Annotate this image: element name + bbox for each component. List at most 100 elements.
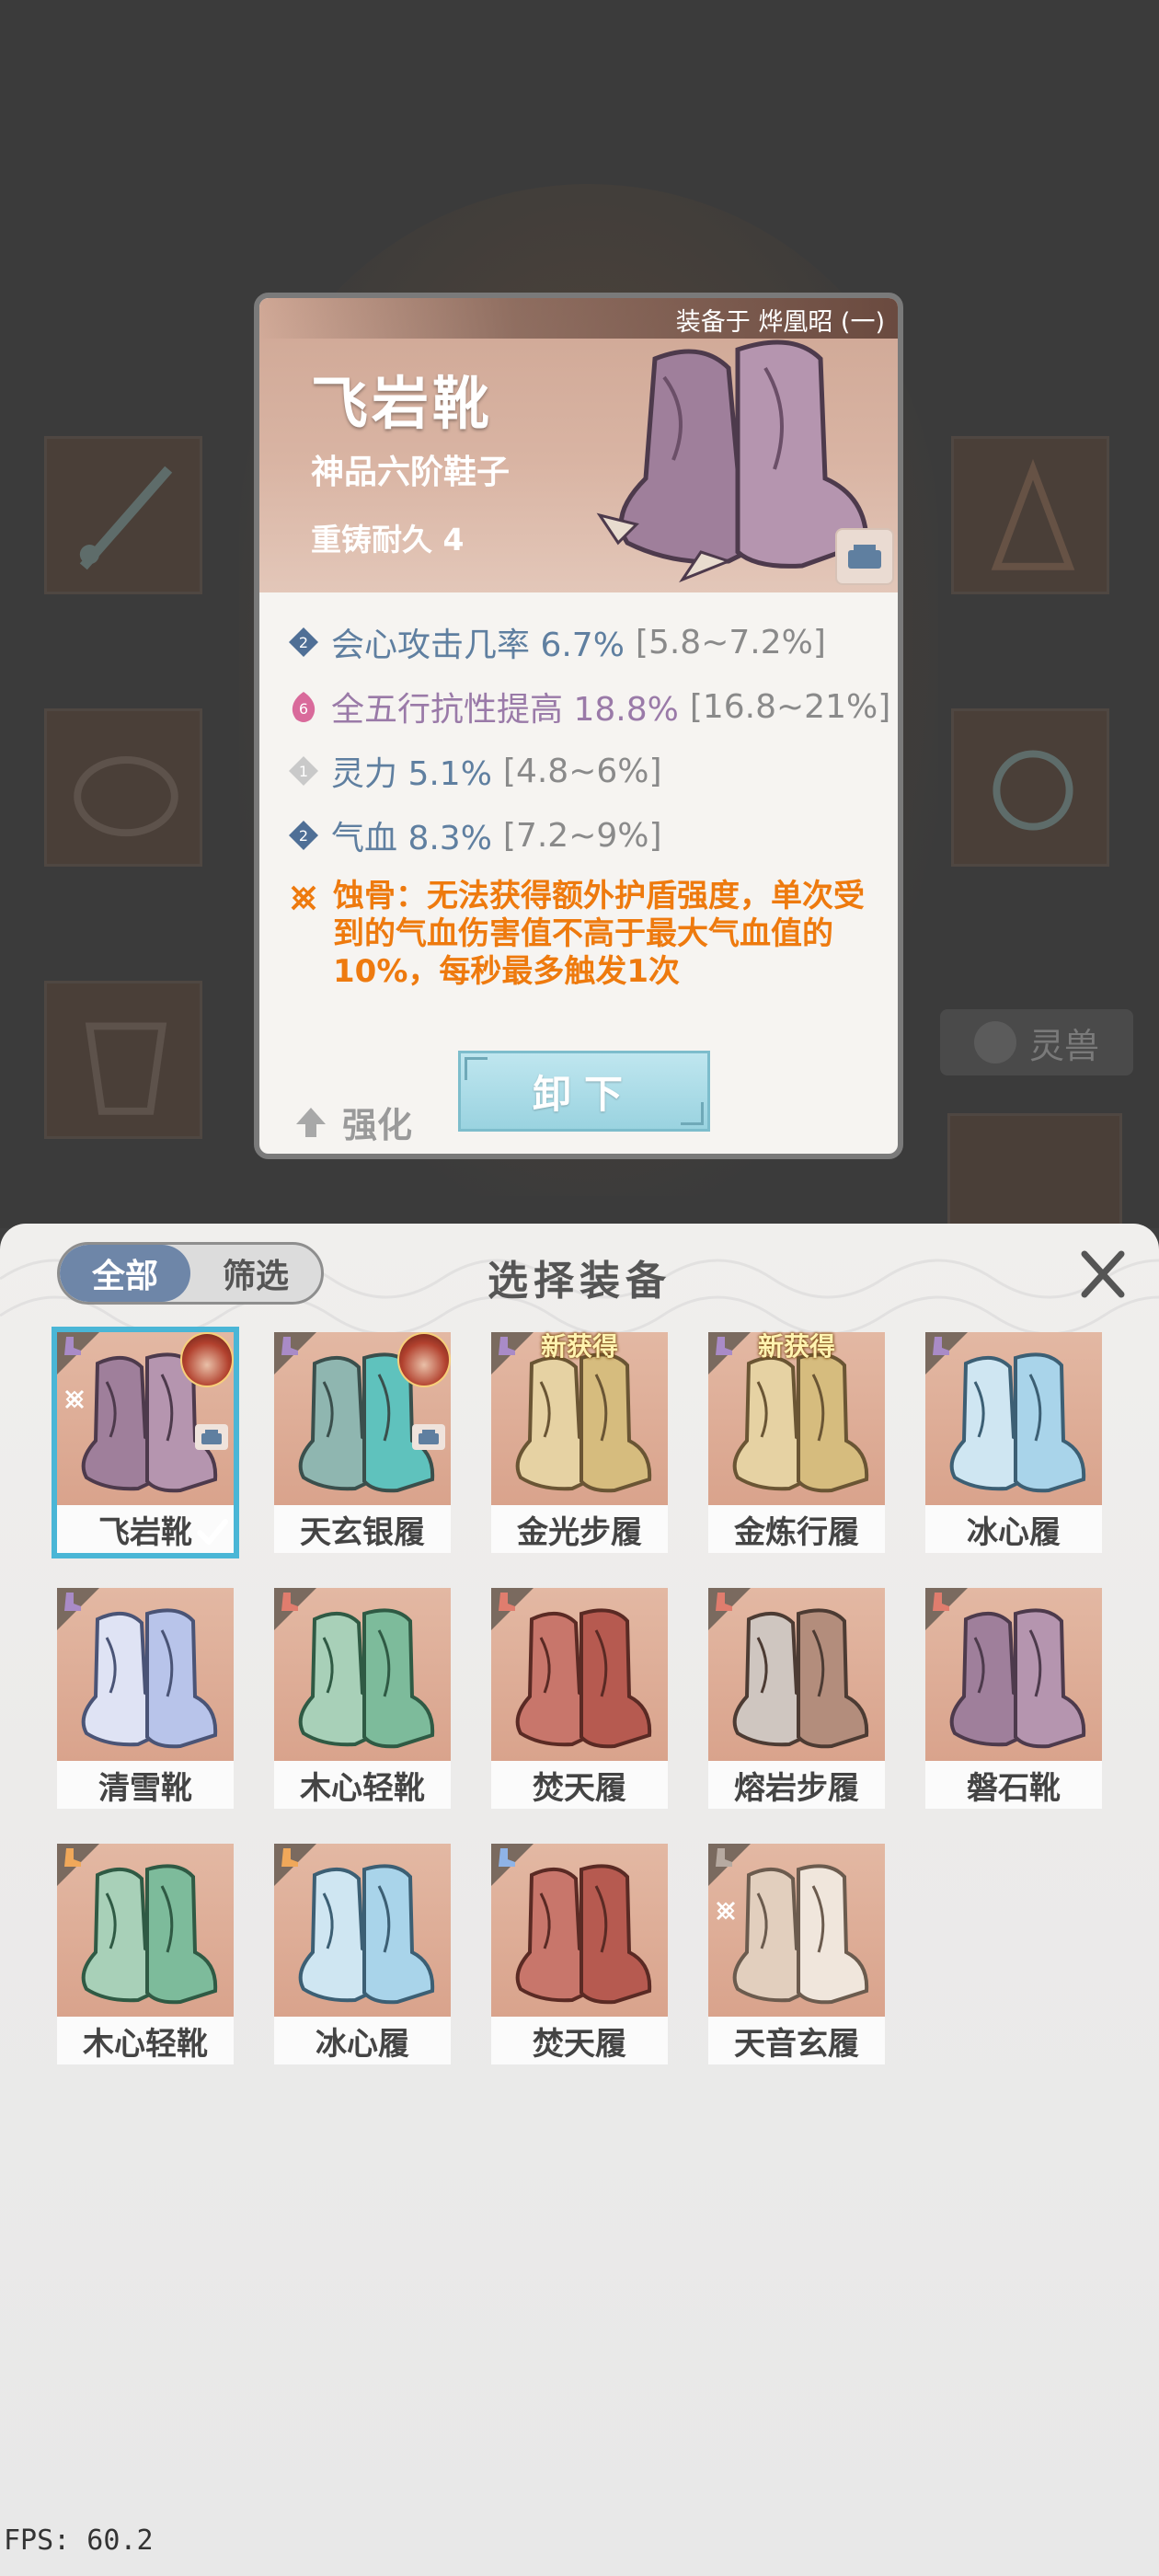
equipment-art [708,1588,885,1761]
stat-row: 1 灵力 5.1% [4.8~6%] [287,747,662,795]
equipment-card[interactable]: 天音玄履 [708,1844,885,2064]
unequip-label: 卸下 [532,1071,636,1117]
item-detail-popup: 装备于 烨凰昭 (一) 飞岩靴 神品六阶鞋子 重铸耐久 4 2 会心攻击几率 6… [254,293,903,1159]
pet-tab-label: 灵兽 [1028,1025,1099,1066]
equipment-name: 金光步履 [491,1505,668,1553]
armor-slot[interactable] [44,981,202,1139]
equipment-name: 金炼行履 [708,1505,885,1553]
curse-icon [291,885,316,911]
equipped-character-avatar [180,1332,234,1387]
accessory-icon [991,458,1075,570]
shoe-type-icon [933,1337,949,1355]
svg-text:2: 2 [299,634,308,651]
enhance-button[interactable]: 强化 [293,1097,412,1147]
stat-value: 气血 8.3% [331,820,492,857]
equipment-card[interactable]: 焚天履 [491,1588,668,1809]
equipment-name: 焚天履 [491,1761,668,1809]
item-name: 飞岩靴 [311,370,494,437]
close-button[interactable] [1071,1242,1135,1306]
equipped-character-avatar [397,1332,451,1387]
item-reforge-durability: 重铸耐久 4 [311,522,465,558]
equipment-art [491,1588,668,1761]
lock-icon [412,1424,445,1450]
stat-range: [16.8~21%] [689,687,891,726]
equipment-card[interactable]: 熔岩步履 [708,1588,885,1809]
stat-value: 灵力 5.1% [331,755,492,793]
equipment-card[interactable]: 冰心履 [925,1332,1102,1553]
stat-range: [7.2~9%] [502,816,662,855]
equipment-art [57,1844,234,2017]
equipment-card[interactable]: 新获得 金光步履 [491,1331,668,1553]
pet-slot[interactable] [947,1113,1122,1228]
enhance-label: 强化 [342,1105,413,1145]
ring-icon [993,750,1073,831]
stat-range: [4.8~6%] [502,752,662,790]
lock-icon [848,545,881,569]
equipment-card[interactable]: 木心轻靴 [274,1588,451,1809]
stat-value: 全五行抗性提高 18.8% [331,691,679,729]
equipment-card[interactable]: 焚天履 [491,1844,668,2064]
stat-value: 会心攻击几率 6.7% [331,627,625,664]
sword-icon [79,466,173,570]
equipment-name: 天音玄履 [708,2017,885,2064]
new-badge: 新获得 [757,1331,835,1362]
svg-text:1: 1 [299,763,308,780]
accessory-slot[interactable] [951,436,1109,594]
item-grade: 神品六阶鞋子 [311,454,511,491]
gem-level-2-icon: 2 [289,821,318,850]
equipment-name: 冰心履 [925,1505,1102,1553]
curse-icon [64,1389,85,1409]
equipment-art [274,1588,451,1761]
equipment-card[interactable]: 磐石靴 [925,1588,1102,1809]
equipment-name: 磐石靴 [925,1761,1102,1809]
weapon-slot[interactable] [44,436,202,594]
helmet-icon [74,756,178,837]
shoe-type-icon [281,1337,298,1355]
stat-row: 2 会心攻击几率 6.7% [5.8~7.2%] [287,618,826,666]
stat-row: 6 全五行抗性提高 18.8% [16.8~21%] [287,683,890,730]
equipment-card[interactable]: 木心轻靴 [57,1844,234,2064]
shoe-type-icon [64,1848,81,1867]
check-icon [197,1519,228,1545]
equipment-card[interactable]: 天玄银履 [274,1332,451,1553]
equipment-art [274,1332,451,1505]
equipment-name: 清雪靴 [57,1761,234,1809]
equipment-card[interactable]: 新获得 金炼行履 [708,1331,885,1553]
unequip-button[interactable]: 卸下 [458,1051,710,1132]
svg-text:2: 2 [299,827,308,845]
equipment-art [57,1588,234,1761]
new-badge: 新获得 [540,1331,618,1362]
gem-level-2-icon: 2 [289,627,318,657]
shoe-type-icon [64,1593,81,1611]
shoe-type-icon [64,1337,81,1355]
equipment-art [708,1844,885,2017]
shoe-type-icon [716,1848,732,1867]
lock-icon [195,1424,228,1450]
curse-icon [716,1901,736,1921]
gem-level-6-icon: 6 [292,692,316,722]
corner-ornament [681,1102,704,1125]
armor-icon [85,1022,167,1115]
corner-ornament [465,1057,488,1080]
equipment-art [274,1844,451,2017]
svg-text:6: 6 [299,700,308,718]
pet-tab-button[interactable]: 灵兽 [940,1009,1133,1075]
equipment-art [57,1332,234,1505]
curse-description: 蚀骨：无法获得额外护盾强度，单次受到的气血伤害值不高于最大气血值的10%，每秒最… [333,878,865,990]
pet-icon [973,1021,1016,1064]
shoe-type-icon [499,1848,515,1867]
fps-counter: FPS: 60.2 [4,2524,154,2557]
shoe-type-icon [716,1593,732,1611]
stat-range: [5.8~7.2%] [635,623,826,661]
item-header: 装备于 烨凰昭 (一) 飞岩靴 神品六阶鞋子 重铸耐久 4 [259,298,898,592]
helmet-slot[interactable] [44,708,202,867]
ring-slot[interactable] [951,708,1109,867]
stat-row: 2 气血 8.3% [7.2~9%] [287,811,662,859]
equipment-card[interactable]: 清雪靴 [57,1588,234,1809]
equipment-name: 天玄银履 [274,1505,451,1553]
lock-toggle[interactable] [837,530,892,583]
equipment-card[interactable]: 冰心履 [274,1844,451,2064]
equipment-name: 木心轻靴 [274,1761,451,1809]
equipment-art [491,1844,668,2017]
equipment-card[interactable]: 飞岩靴 [57,1332,234,1553]
